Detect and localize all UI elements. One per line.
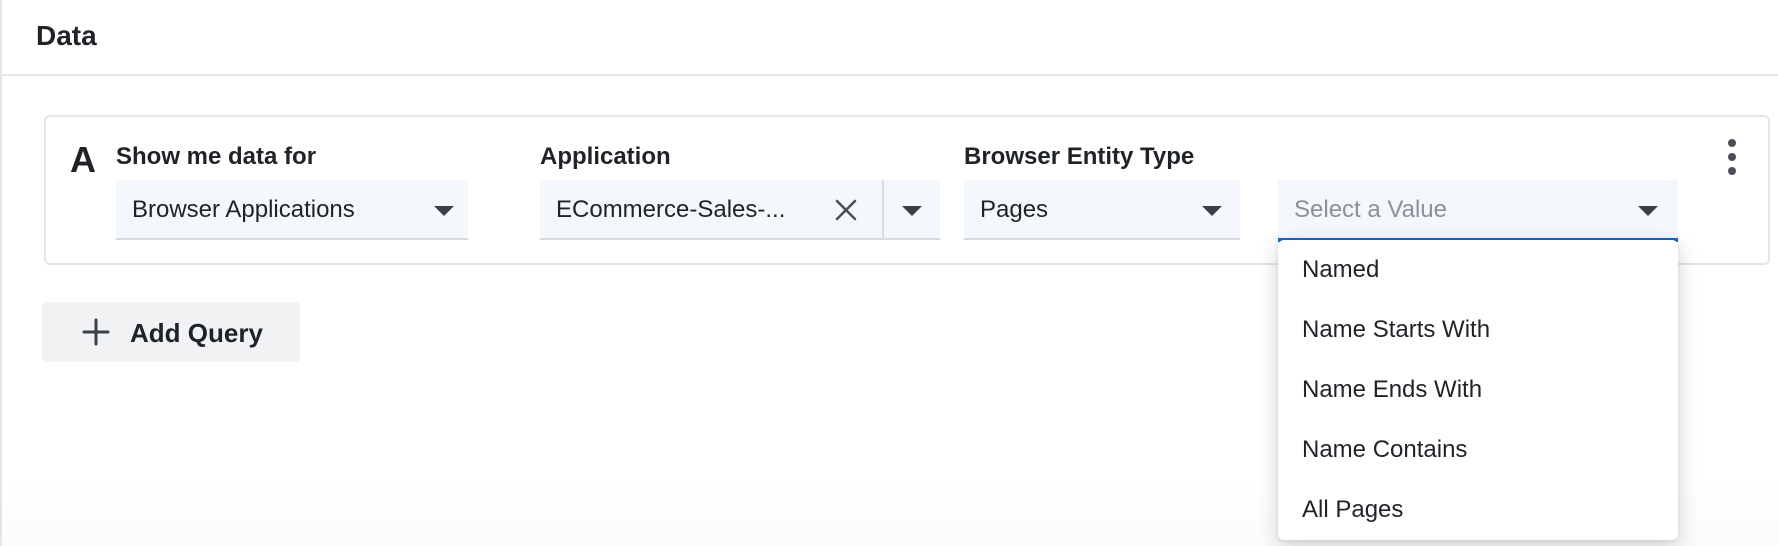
filter-options-menu: Named Name Starts With Name Ends With Na… <box>1278 240 1678 540</box>
chevron-down-icon <box>1638 206 1658 216</box>
menu-item-label: All Pages <box>1302 496 1404 523</box>
menu-item-label: Name Contains <box>1302 436 1468 463</box>
plus-icon <box>82 318 110 346</box>
chevron-down-icon <box>1202 206 1222 216</box>
chevron-down-icon <box>434 206 454 216</box>
show-me-label: Show me data for <box>116 143 317 170</box>
menu-item-all-pages[interactable]: All Pages <box>1278 480 1678 540</box>
filter-value-select[interactable]: Select a Value <box>1278 180 1678 242</box>
entity-type-select[interactable]: Pages <box>964 180 1240 240</box>
menu-item-label: Name Starts With <box>1302 316 1491 343</box>
menu-item-name-starts-with[interactable]: Name Starts With <box>1278 300 1678 360</box>
show-me-value: Browser Applications <box>132 196 355 223</box>
section-header: Data <box>2 0 1778 76</box>
menu-item-label: Named <box>1302 256 1380 283</box>
kebab-menu-icon[interactable] <box>1726 139 1738 175</box>
entity-type-value: Pages <box>980 196 1049 223</box>
menu-item-name-ends-with[interactable]: Name Ends With <box>1278 360 1678 420</box>
add-query-button[interactable]: Add Query <box>42 302 300 362</box>
menu-item-name-contains[interactable]: Name Contains <box>1278 420 1678 480</box>
select-divider <box>882 180 884 238</box>
application-label: Application <box>540 143 671 170</box>
chevron-down-icon[interactable] <box>902 206 922 216</box>
filter-placeholder: Select a Value <box>1294 196 1447 223</box>
application-select[interactable]: ECommerce-Sales-... <box>540 180 940 240</box>
entity-type-label: Browser Entity Type <box>964 143 1195 170</box>
application-value: ECommerce-Sales-... <box>556 196 786 223</box>
add-query-label: Add Query <box>130 318 263 348</box>
menu-item-named[interactable]: Named <box>1278 240 1678 300</box>
data-panel: Data A Show me data for Browser Applicat… <box>0 0 1778 546</box>
section-title: Data <box>36 20 97 51</box>
show-me-select[interactable]: Browser Applications <box>116 180 468 240</box>
menu-item-label: Name Ends With <box>1302 376 1483 403</box>
clear-icon[interactable] <box>832 196 860 224</box>
query-letter: A <box>70 139 96 180</box>
